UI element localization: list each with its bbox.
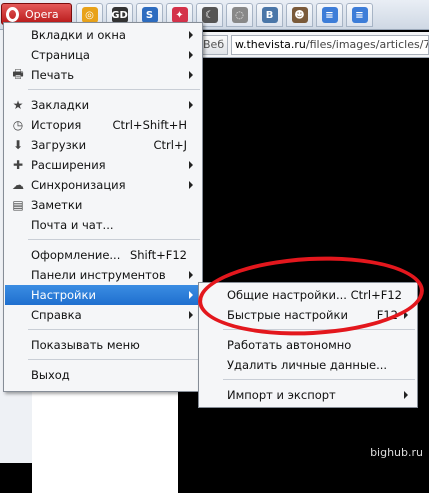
url-path: /files/images/articles/79 — [305, 38, 429, 51]
document-icon: ≡ — [321, 7, 338, 23]
menu-item-shortcut: Ctrl+Shift+H — [112, 118, 187, 132]
download-icon: ⬇ — [12, 138, 24, 152]
document-icon-2: ≡ — [351, 7, 368, 23]
submenu-arrow-icon — [189, 101, 193, 109]
submenu-item-delete-private-data[interactable]: Удалить личные данные... — [200, 355, 416, 375]
submenu-arrow-icon — [189, 71, 193, 79]
tab-9[interactable]: ≡ — [316, 3, 343, 27]
submenu-item-label: Импорт и экспорт — [227, 388, 336, 402]
menu-item-label: Справка — [31, 308, 82, 322]
menu-item-label: Вкладки и окна — [31, 28, 126, 42]
url-field[interactable]: w.thevista.ru/files/images/articles/79 — [231, 35, 429, 55]
menu-item-label: Страница — [31, 48, 90, 62]
puzzle-icon: ✚ — [12, 158, 24, 172]
menu-item-bookmarks[interactable]: ★ Закладки — [5, 95, 201, 115]
menu-item-shortcut: Ctrl+J — [153, 138, 188, 152]
opera-logo-icon — [6, 6, 19, 22]
submenu-item-label: Удалить личные данные... — [227, 358, 388, 372]
watermark: bighub.ru — [370, 446, 423, 459]
menu-item-label: Оформление... — [31, 248, 121, 262]
menu-item-tabs-windows[interactable]: Вкладки и окна — [5, 25, 201, 45]
menu-item-label: Расширения — [31, 158, 106, 172]
tab-6[interactable]: ◌ — [226, 3, 253, 27]
menu-item-notes[interactable]: ▤ Заметки — [5, 195, 201, 215]
menu-item-label: Настройки — [31, 288, 96, 302]
printer-icon: 🖶 — [12, 66, 24, 81]
opera-button-label: Opera — [25, 7, 59, 21]
menu-item-label: История — [31, 118, 82, 132]
submenu-arrow-icon — [189, 31, 193, 39]
menu-item-label: Заметки — [31, 198, 83, 212]
address-bar: Веб w.thevista.ru/files/images/articles/… — [178, 32, 429, 58]
menu-separator — [28, 329, 200, 330]
avatar-icon: ☻ — [291, 7, 308, 23]
submenu-arrow-icon — [189, 291, 193, 299]
submenu-separator — [223, 379, 415, 380]
gd-site-icon: GD — [111, 7, 128, 23]
menu-item-toolbars[interactable]: Панели инструментов — [5, 265, 201, 285]
menu-item-mail-chat[interactable]: Почта и чат... — [5, 215, 201, 235]
menu-item-label: Закладки — [31, 98, 90, 112]
submenu-arrow-icon — [189, 311, 193, 319]
menu-item-label: Загрузки — [31, 138, 87, 152]
submenu-item-import-export[interactable]: Импорт и экспорт — [200, 385, 416, 405]
submenu-arrow-icon — [189, 161, 193, 169]
star-icon: ★ — [12, 98, 24, 112]
loading-icon: ◌ — [231, 7, 248, 23]
menu-item-label: Панели инструментов — [31, 268, 166, 282]
moon-icon: ☾ — [201, 7, 218, 23]
menu-item-extensions[interactable]: ✚ Расширения — [5, 155, 201, 175]
clock-icon: ◷ — [12, 118, 24, 132]
menu-item-print[interactable]: 🖶 Печать — [5, 65, 201, 85]
tab-8[interactable]: ☻ — [286, 3, 313, 27]
vk-icon: В — [261, 7, 278, 23]
menu-item-label: Показывать меню — [31, 338, 140, 352]
menu-item-appearance[interactable]: Оформление... Shift+F12 — [5, 245, 201, 265]
menu-item-settings[interactable]: Настройки — [5, 285, 201, 305]
tab-7[interactable]: В — [256, 3, 283, 27]
submenu-item-work-offline[interactable]: Работать автономно — [200, 335, 416, 355]
menu-item-history[interactable]: ◷ История Ctrl+Shift+H — [5, 115, 201, 135]
tab-10[interactable]: ≡ — [346, 3, 373, 27]
menu-item-page[interactable]: Страница — [5, 45, 201, 65]
menu-item-sync[interactable]: ☁ Синхронизация — [5, 175, 201, 195]
s-site-icon: S — [141, 7, 158, 23]
submenu-item-label: Работать автономно — [227, 338, 352, 352]
submenu-arrow-icon — [189, 271, 193, 279]
menu-item-label: Синхронизация — [31, 178, 126, 192]
web-button-label: Веб — [203, 38, 225, 51]
menu-item-help[interactable]: Справка — [5, 305, 201, 325]
menu-item-shortcut: Shift+F12 — [129, 248, 187, 262]
menu-item-exit[interactable]: Выход — [5, 365, 201, 385]
opera-main-menu: Вкладки и окна Страница 🖶 Печать ★ Закла… — [3, 22, 203, 392]
menu-separator — [28, 239, 200, 240]
menu-item-label: Печать — [31, 68, 75, 82]
submenu-arrow-icon — [189, 181, 193, 189]
menu-item-label: Выход — [31, 368, 70, 382]
cloud-icon: ☁ — [12, 178, 24, 192]
menu-item-label: Почта и чат... — [31, 218, 114, 232]
pinwheel-icon: ✦ — [171, 7, 188, 23]
submenu-arrow-icon — [189, 51, 193, 59]
menu-separator — [28, 359, 200, 360]
url-host: w.thevista.ru — [235, 38, 306, 51]
menu-separator — [28, 89, 200, 90]
opera-speeddial-icon: ◎ — [81, 7, 98, 23]
menu-item-downloads[interactable]: ⬇ Загрузки Ctrl+J — [5, 135, 201, 155]
notes-icon: ▤ — [12, 198, 24, 212]
submenu-arrow-icon — [404, 391, 408, 399]
menu-item-show-menu[interactable]: Показывать меню — [5, 335, 201, 355]
